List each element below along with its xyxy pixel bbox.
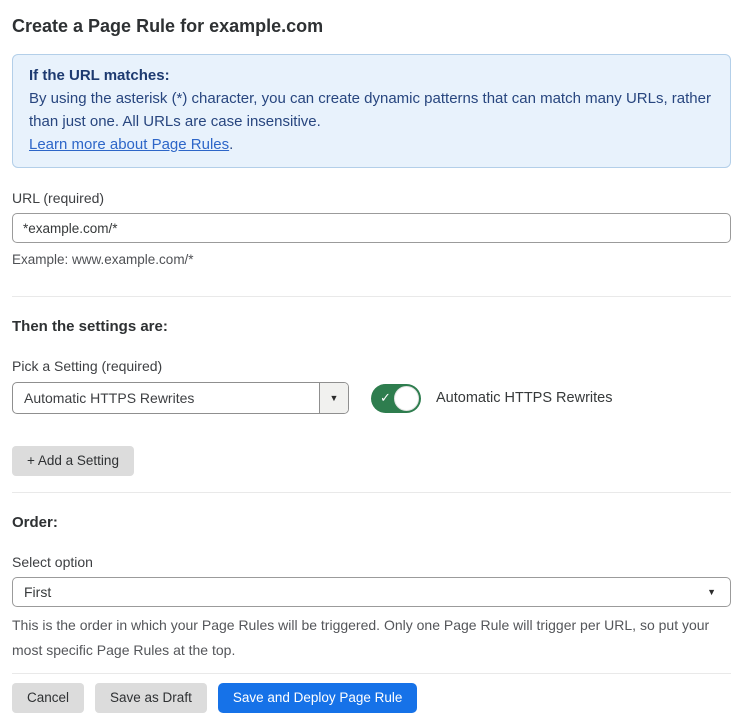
order-helper-text: This is the order in which your Page Rul… <box>12 617 710 658</box>
footer-actions: Cancel Save as Draft Save and Deploy Pag… <box>12 683 731 713</box>
divider <box>12 296 731 297</box>
toggle-knob <box>394 385 419 411</box>
page-title: Create a Page Rule for example.com <box>12 16 324 36</box>
chevron-down-icon: ▼ <box>329 393 339 403</box>
url-match-info-box: If the URL matches: By using the asteris… <box>12 54 731 168</box>
page-rule-form: Create a Page Rule for example.com If th… <box>0 0 743 728</box>
url-input[interactable] <box>12 213 731 243</box>
info-box-body: By using the asterisk (*) character, you… <box>29 90 711 130</box>
settings-heading: Then the settings are: <box>12 318 168 335</box>
setting-row: Automatic HTTPS Rewrites ▼ ✓ Automatic H… <box>12 382 731 414</box>
url-label: URL (required) <box>12 190 105 206</box>
toggle-label: Automatic HTTPS Rewrites <box>436 390 613 406</box>
pick-setting-label: Pick a Setting (required) <box>12 358 163 374</box>
cancel-button[interactable]: Cancel <box>12 683 85 713</box>
check-icon: ✓ <box>380 390 391 406</box>
setting-dropdown[interactable]: Automatic HTTPS Rewrites ▼ <box>12 382 349 414</box>
info-box-heading: If the URL matches: <box>29 67 170 84</box>
setting-dropdown-value: Automatic HTTPS Rewrites <box>24 390 195 406</box>
divider <box>12 492 731 493</box>
order-select-value: First <box>24 584 52 600</box>
order-heading: Order: <box>12 514 58 531</box>
chevron-down-icon: ▼ <box>707 587 716 597</box>
divider <box>12 673 731 674</box>
add-setting-button[interactable]: + Add a Setting <box>12 446 134 476</box>
setting-toggle[interactable]: ✓ <box>371 383 421 413</box>
url-example-helper: Example: www.example.com/* <box>12 252 194 267</box>
order-select[interactable]: First ▼ <box>12 577 731 607</box>
info-box-link-row: Learn more about Page Rules. <box>29 133 714 156</box>
dropdown-arrow-button[interactable]: ▼ <box>319 383 348 413</box>
select-option-label: Select option <box>12 554 93 570</box>
learn-more-link[interactable]: Learn more about Page Rules <box>29 136 229 153</box>
link-suffix: . <box>229 136 234 153</box>
save-deploy-button[interactable]: Save and Deploy Page Rule <box>217 683 418 713</box>
save-draft-button[interactable]: Save as Draft <box>95 683 207 713</box>
